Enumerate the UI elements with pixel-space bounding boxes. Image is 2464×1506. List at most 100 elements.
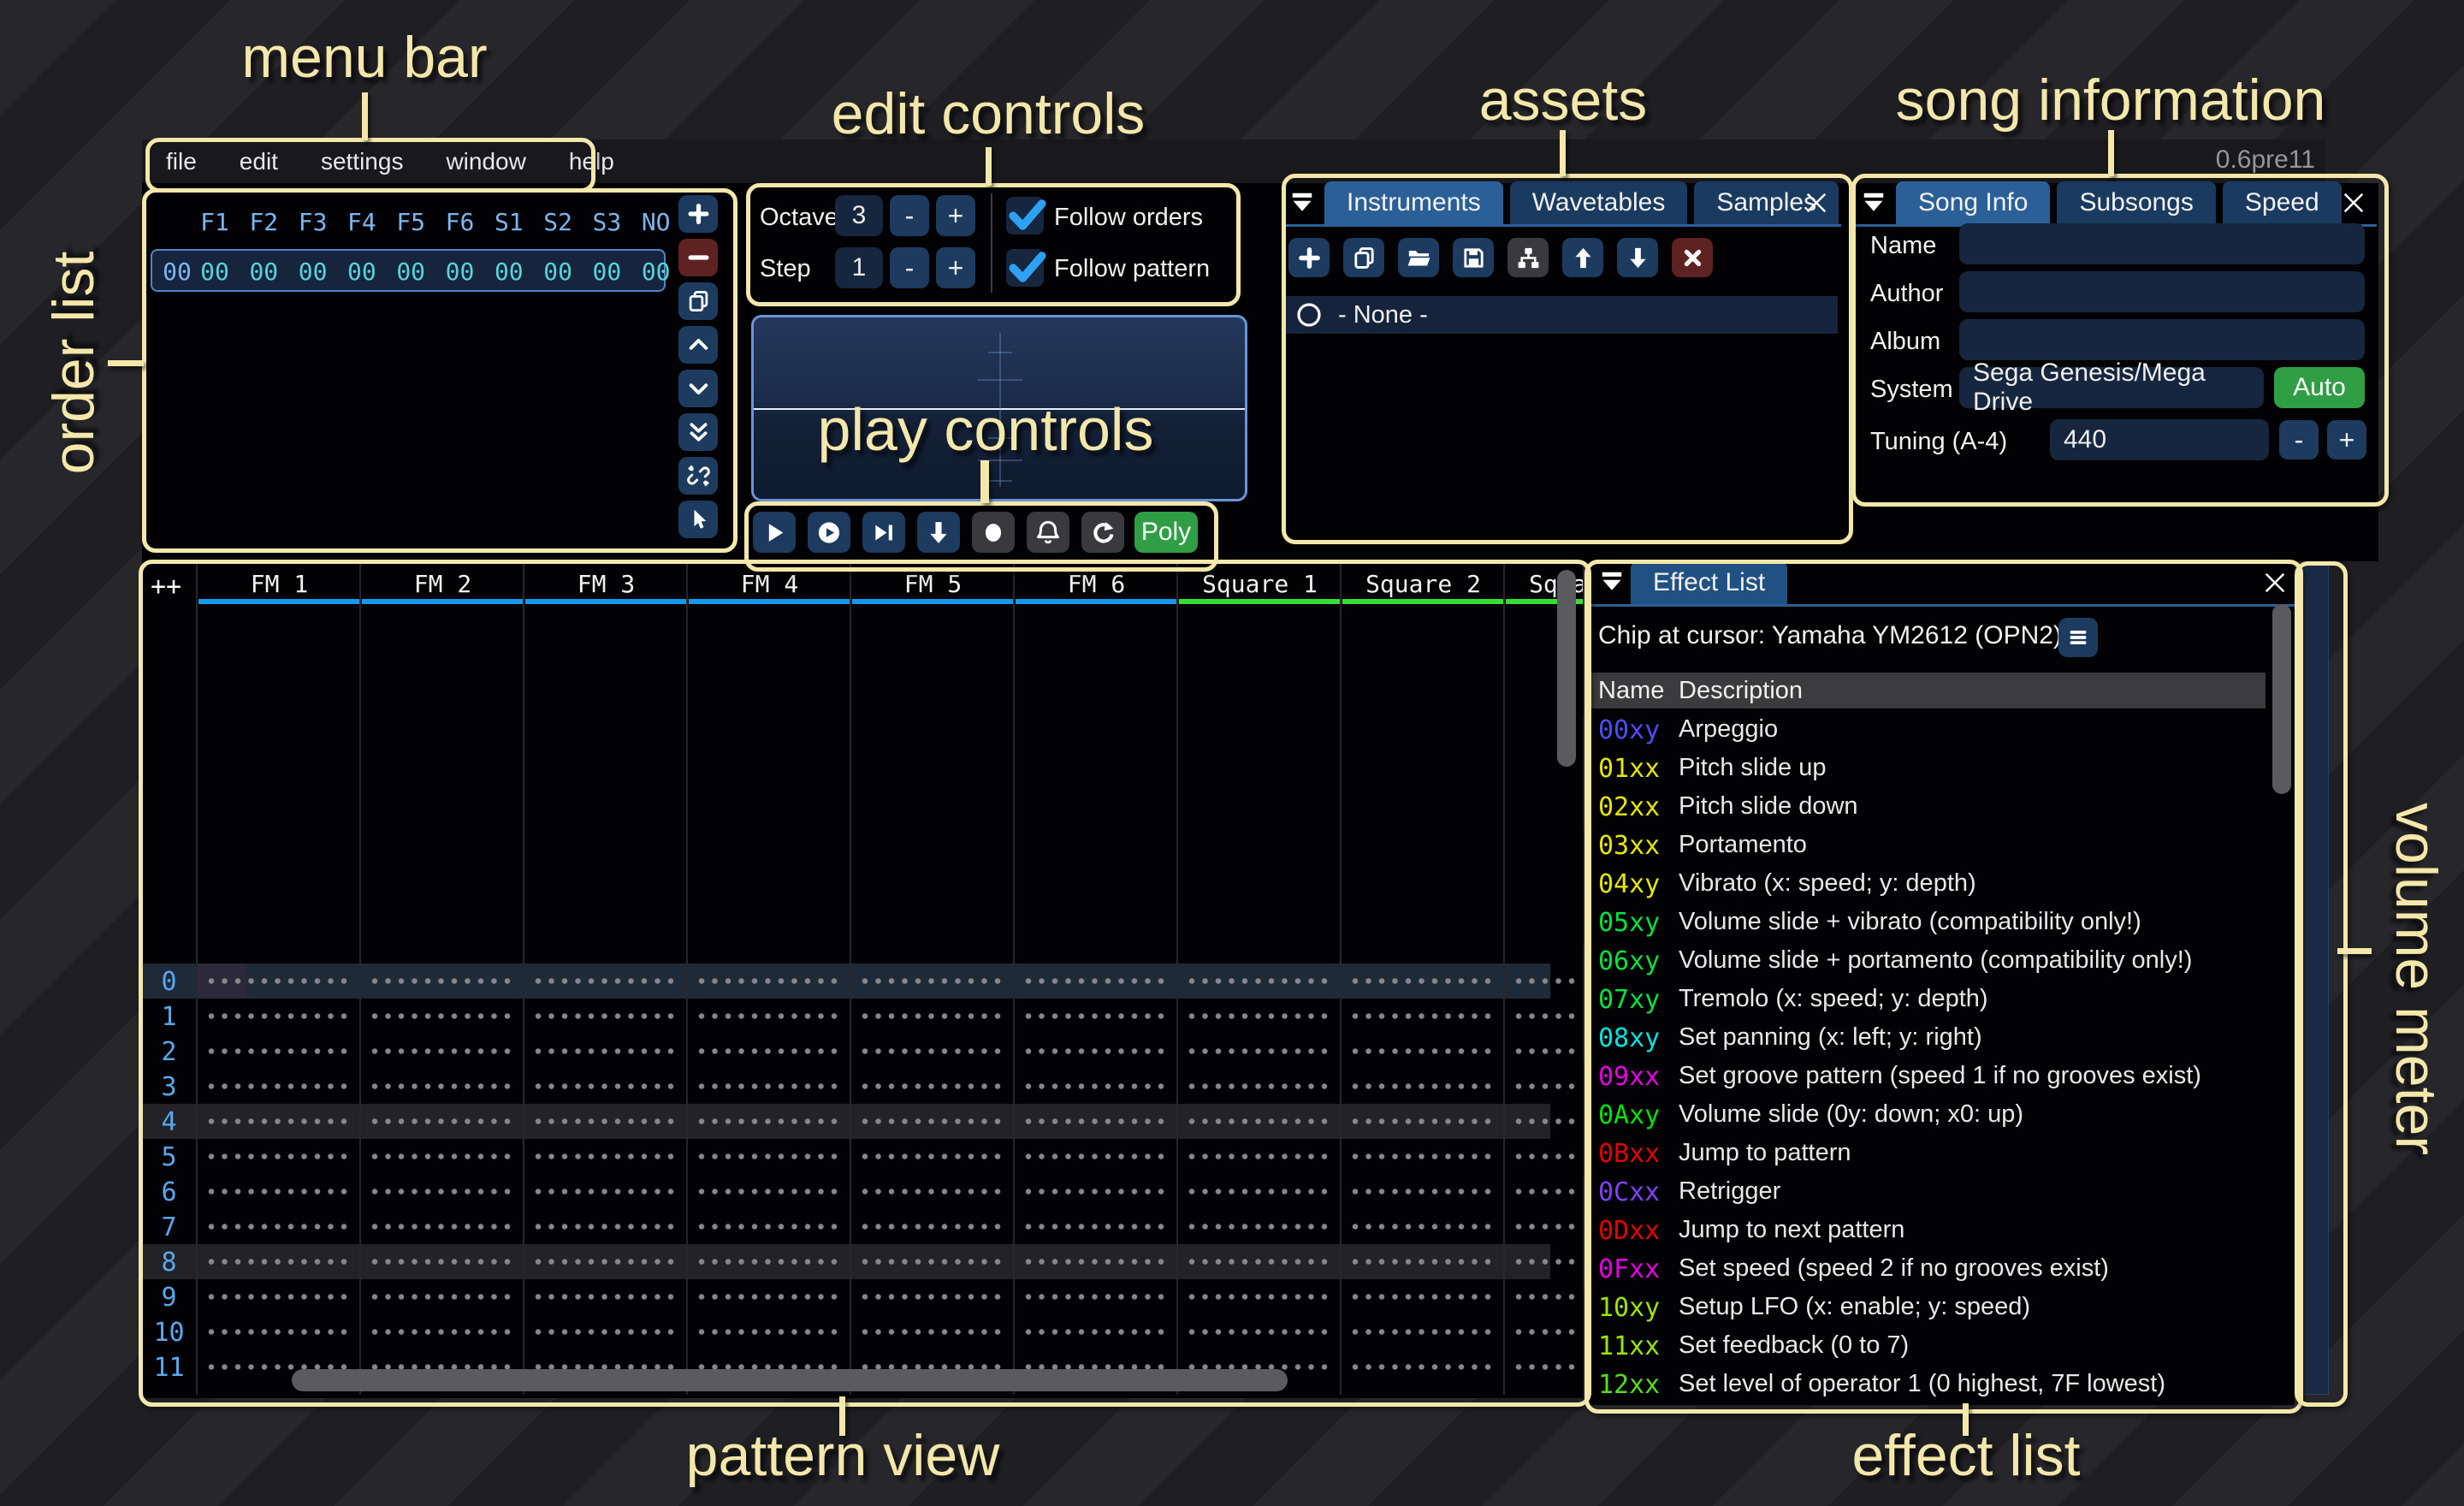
pattern-cell[interactable] bbox=[698, 1104, 841, 1139]
pattern-cell[interactable] bbox=[208, 1209, 351, 1244]
unlink-button-order[interactable] bbox=[678, 457, 718, 495]
menu-item-settings[interactable]: settings bbox=[317, 148, 407, 175]
pattern-cell[interactable] bbox=[1515, 1174, 1575, 1209]
channel-header-square-1[interactable]: Square 1 bbox=[1178, 570, 1342, 598]
step-increase-button[interactable]: + bbox=[936, 247, 975, 288]
pattern-cell[interactable] bbox=[1188, 1034, 1331, 1069]
play-to-cursor-button-play[interactable] bbox=[862, 512, 905, 553]
pattern-cell[interactable] bbox=[1352, 963, 1495, 999]
play-circle-button-play[interactable] bbox=[808, 512, 850, 553]
pattern-cell[interactable] bbox=[208, 1279, 351, 1314]
auto-system-button[interactable]: Auto bbox=[2274, 367, 2365, 408]
pattern-cell[interactable] bbox=[1352, 1349, 1495, 1384]
effect-code[interactable]: 03xx bbox=[1598, 831, 1660, 861]
pattern-cell[interactable] bbox=[535, 999, 678, 1034]
tuning-decrease-button[interactable]: - bbox=[2279, 420, 2319, 460]
play-button-play[interactable] bbox=[753, 512, 796, 553]
pattern-cell[interactable] bbox=[698, 1314, 841, 1349]
pattern-cell[interactable] bbox=[1515, 1349, 1575, 1384]
effect-code[interactable]: 0Bxx bbox=[1598, 1139, 1660, 1169]
pattern-cell[interactable] bbox=[371, 1174, 514, 1209]
step-value[interactable]: 1 bbox=[835, 247, 883, 288]
pattern-cell[interactable] bbox=[1352, 1104, 1495, 1139]
pattern-cell[interactable] bbox=[862, 963, 1004, 999]
album-field[interactable] bbox=[1959, 319, 2365, 360]
pattern-cell[interactable] bbox=[1352, 1174, 1495, 1209]
pattern-cell[interactable] bbox=[1515, 1244, 1575, 1279]
author-field[interactable] bbox=[1959, 271, 2365, 312]
follow-orders-checkbox[interactable] bbox=[1006, 197, 1044, 234]
pattern-cell[interactable] bbox=[1025, 1244, 1168, 1279]
pattern-cell[interactable] bbox=[862, 999, 1004, 1034]
pattern-cell[interactable] bbox=[535, 1104, 678, 1139]
plus-button-order[interactable] bbox=[678, 195, 718, 233]
effect-code[interactable]: 07xy bbox=[1598, 985, 1660, 1015]
channel-header-fm-6[interactable]: FM 6 bbox=[1015, 570, 1178, 598]
effect-code[interactable]: 12xx bbox=[1598, 1370, 1660, 1400]
pattern-cell[interactable] bbox=[371, 1069, 514, 1104]
pattern-cell[interactable] bbox=[208, 1139, 351, 1174]
pattern-cell[interactable] bbox=[535, 1034, 678, 1069]
pattern-cell[interactable] bbox=[862, 1139, 1004, 1174]
pattern-cell[interactable] bbox=[1352, 1034, 1495, 1069]
channel-header-fm-2[interactable]: FM 2 bbox=[361, 570, 524, 598]
cursor-button-order[interactable] bbox=[678, 501, 718, 538]
pattern-cell[interactable] bbox=[698, 1279, 841, 1314]
step-row-button-play[interactable] bbox=[917, 512, 960, 553]
pattern-cell[interactable] bbox=[1188, 1209, 1331, 1244]
tree-button-asset[interactable] bbox=[1507, 238, 1549, 277]
tab-subsongs[interactable]: Subsongs bbox=[2057, 181, 2215, 224]
asset-list-selected-row[interactable]: - None - bbox=[1285, 296, 1838, 334]
delete-button-asset[interactable] bbox=[1672, 238, 1713, 277]
save-button-asset[interactable] bbox=[1453, 238, 1494, 277]
pattern-cell[interactable] bbox=[208, 1069, 351, 1104]
pattern-cell[interactable] bbox=[862, 1069, 1004, 1104]
effect-code[interactable]: 05xy bbox=[1598, 908, 1660, 938]
pattern-cell[interactable] bbox=[535, 1314, 678, 1349]
pattern-cell[interactable] bbox=[1352, 1209, 1495, 1244]
order-cell[interactable]: 00 bbox=[299, 258, 328, 286]
folder-open-button-asset[interactable] bbox=[1398, 238, 1439, 277]
pattern-cell[interactable] bbox=[1025, 999, 1168, 1034]
pattern-cell[interactable] bbox=[1515, 1279, 1575, 1314]
effect-code[interactable]: 0Dxx bbox=[1598, 1216, 1660, 1246]
order-cell[interactable]: 00 bbox=[642, 258, 671, 286]
pattern-cell[interactable] bbox=[371, 1314, 514, 1349]
tab-speed[interactable]: Speed bbox=[2223, 181, 2342, 224]
pattern-cell[interactable] bbox=[1352, 1279, 1495, 1314]
system-select[interactable]: Sega Genesis/Mega Drive bbox=[1959, 367, 2264, 408]
pattern-cell[interactable] bbox=[535, 1279, 678, 1314]
copy-button-asset[interactable] bbox=[1343, 238, 1384, 277]
pattern-cell[interactable] bbox=[698, 999, 841, 1034]
effect-code[interactable]: 06xy bbox=[1598, 946, 1660, 976]
assets-close-icon[interactable] bbox=[1800, 187, 1833, 223]
pattern-cell[interactable] bbox=[371, 1209, 514, 1244]
order-cell[interactable]: 00 bbox=[543, 258, 572, 286]
channel-header-square-2[interactable]: Square 2 bbox=[1342, 570, 1505, 598]
pattern-cell[interactable] bbox=[862, 1104, 1004, 1139]
pattern-cell[interactable] bbox=[371, 1104, 514, 1139]
pattern-cell[interactable] bbox=[535, 1174, 678, 1209]
pattern-cell[interactable] bbox=[698, 1174, 841, 1209]
pattern-cell[interactable] bbox=[862, 1174, 1004, 1209]
effect-code[interactable]: 10xy bbox=[1598, 1293, 1660, 1323]
order-cell[interactable]: 00 bbox=[347, 258, 376, 286]
pattern-cell[interactable] bbox=[1025, 1174, 1168, 1209]
effect-code[interactable]: 0Axy bbox=[1598, 1100, 1660, 1130]
pattern-cell[interactable] bbox=[208, 999, 351, 1034]
octave-increase-button[interactable]: + bbox=[936, 195, 975, 236]
name-field[interactable] bbox=[1959, 223, 2365, 264]
step-decrease-button[interactable]: - bbox=[890, 247, 929, 288]
effect-code[interactable]: 04xy bbox=[1598, 869, 1660, 899]
pattern-add-channel-button[interactable]: ++ bbox=[151, 572, 181, 602]
song-info-collapse-icon[interactable] bbox=[1858, 183, 1889, 222]
pattern-cell[interactable] bbox=[1515, 1314, 1575, 1349]
pattern-cell[interactable] bbox=[698, 1209, 841, 1244]
pattern-cell[interactable] bbox=[1188, 1244, 1331, 1279]
tab-instruments[interactable]: Instruments bbox=[1324, 181, 1503, 224]
follow-pattern-checkbox[interactable] bbox=[1006, 249, 1044, 287]
pattern-cell[interactable] bbox=[208, 1104, 351, 1139]
repeat-button-play[interactable] bbox=[1081, 512, 1124, 553]
tab-song-info[interactable]: Song Info bbox=[1896, 181, 2050, 224]
tuning-field[interactable]: 440 bbox=[2050, 419, 2269, 460]
